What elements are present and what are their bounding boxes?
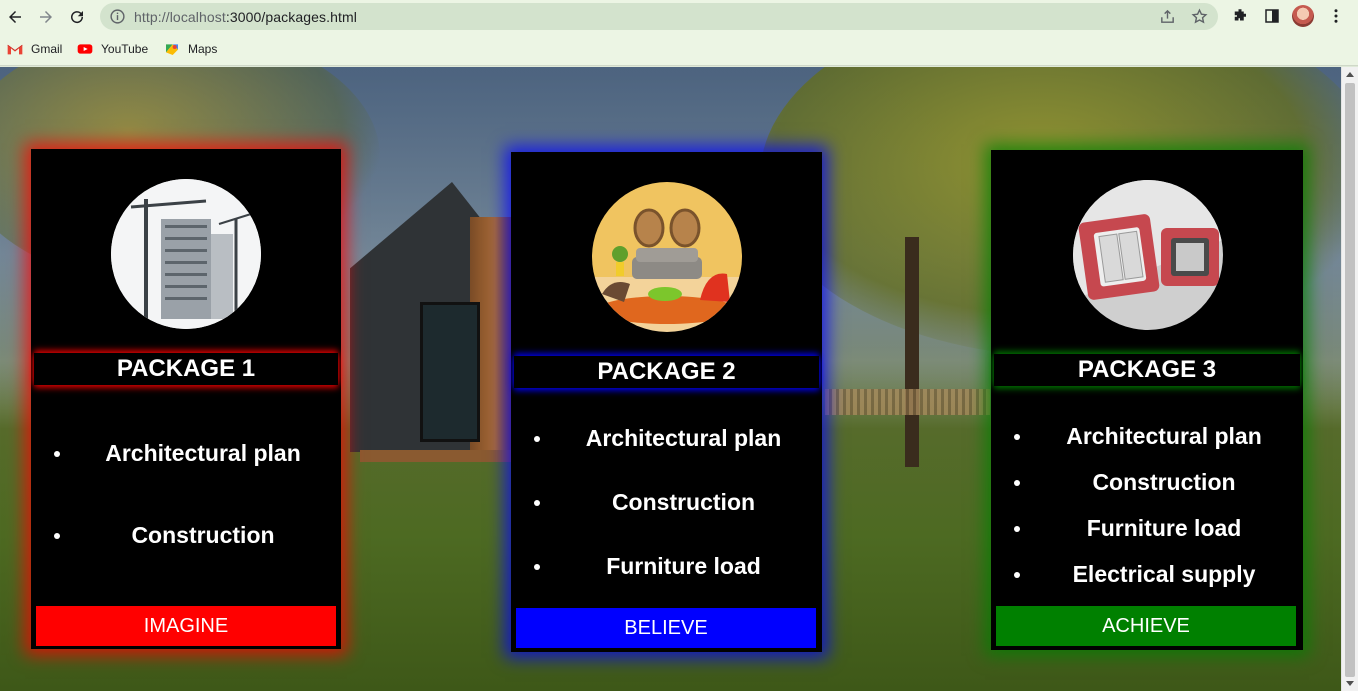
info-icon[interactable] — [109, 8, 126, 25]
feature-item: Architectural plan — [514, 423, 819, 453]
profile-avatar[interactable] — [1292, 5, 1314, 27]
furnished-living-room-photo — [592, 182, 742, 332]
bookmark-label: Maps — [188, 42, 218, 56]
youtube-icon — [77, 44, 93, 54]
bookmarks-bar: Gmail YouTube Maps — [0, 33, 1358, 66]
feature-label: Architectural plan — [1066, 423, 1262, 449]
sidepanel-icon[interactable] — [1263, 7, 1281, 25]
reload-button[interactable] — [64, 4, 90, 30]
construction-building-photo — [111, 179, 261, 329]
scrollbar-thumb[interactable] — [1345, 83, 1355, 677]
feature-label: Construction — [1092, 469, 1236, 495]
forward-button[interactable] — [33, 4, 59, 30]
feature-label: Furniture load — [1086, 515, 1242, 541]
reload-icon — [71, 11, 84, 24]
background-tree-trunk — [905, 237, 919, 467]
bullet — [534, 564, 540, 570]
bookmark-gmail[interactable]: Gmail — [7, 40, 62, 58]
bullet — [1014, 434, 1020, 440]
background-house-window — [420, 302, 480, 442]
share-icon[interactable] — [1159, 8, 1176, 25]
feature-item: Construction — [34, 520, 338, 550]
feature-label: Architectural plan — [105, 440, 301, 466]
feature-item: Construction — [994, 467, 1300, 497]
maps-icon — [166, 44, 178, 55]
imagine-button[interactable]: IMAGINE — [36, 606, 336, 646]
package-title: PACKAGE 1 — [34, 353, 338, 385]
bookmark-label: Gmail — [31, 42, 63, 56]
page-viewport: PACKAGE 1 Architectural plan Constructio… — [0, 67, 1341, 691]
url-host: http://localhost — [134, 9, 226, 25]
feature-label: Construction — [131, 522, 275, 548]
star-icon[interactable] — [1191, 8, 1208, 25]
url-text[interactable]: http://localhost:3000/packages.html — [134, 9, 357, 25]
achieve-button[interactable]: ACHIEVE — [996, 606, 1296, 646]
bullet — [1014, 480, 1020, 486]
feature-label: Electrical supply — [1072, 561, 1256, 587]
feature-item: Furniture load — [994, 513, 1300, 543]
feature-item: Electrical supply — [994, 559, 1300, 589]
url-path: :3000/packages.html — [225, 9, 357, 25]
electrical-switches-photo — [1073, 180, 1223, 330]
vertical-scrollbar[interactable] — [1341, 67, 1358, 691]
back-button[interactable] — [2, 4, 28, 30]
background-fence — [825, 389, 990, 415]
feature-item: Architectural plan — [994, 421, 1300, 451]
package-card-2: PACKAGE 2 Architectural plan Constructio… — [511, 152, 822, 652]
more-vertical-icon[interactable] — [1327, 7, 1345, 25]
believe-button[interactable]: BELIEVE — [516, 608, 816, 648]
package-title: PACKAGE 3 — [994, 354, 1300, 386]
feature-label: Construction — [611, 489, 756, 515]
package-card-1: PACKAGE 1 Architectural plan Constructio… — [31, 149, 341, 649]
bookmark-youtube[interactable]: YouTube — [77, 40, 148, 58]
gmail-icon — [7, 44, 23, 55]
feature-label: Furniture load — [606, 553, 761, 579]
address-bar[interactable]: http://localhost:3000/packages.html — [100, 3, 1218, 30]
feature-item: Architectural plan — [34, 438, 338, 468]
scroll-up-icon[interactable] — [1346, 72, 1354, 77]
bullet — [54, 451, 60, 457]
bullet — [1014, 526, 1020, 532]
bullet — [1014, 572, 1020, 578]
extensions-icon[interactable] — [1231, 7, 1249, 25]
package-title: PACKAGE 2 — [514, 356, 819, 388]
package-card-3: PACKAGE 3 Architectural plan Constructio… — [991, 150, 1303, 650]
arrow-right-icon — [40, 11, 52, 23]
bookmark-label: YouTube — [101, 42, 149, 56]
bookmark-maps[interactable]: Maps — [164, 40, 217, 58]
arrow-left-icon — [9, 11, 21, 23]
feature-item: Furniture load — [514, 551, 819, 581]
background-deck — [360, 450, 530, 462]
feature-label: Architectural plan — [585, 425, 782, 451]
feature-item: Construction — [514, 487, 819, 517]
scroll-down-icon[interactable] — [1346, 681, 1354, 686]
bullet — [534, 500, 540, 506]
bullet — [534, 436, 540, 442]
browser-toolbar: http://localhost:3000/packages.html — [0, 0, 1358, 33]
bullet — [54, 533, 60, 539]
